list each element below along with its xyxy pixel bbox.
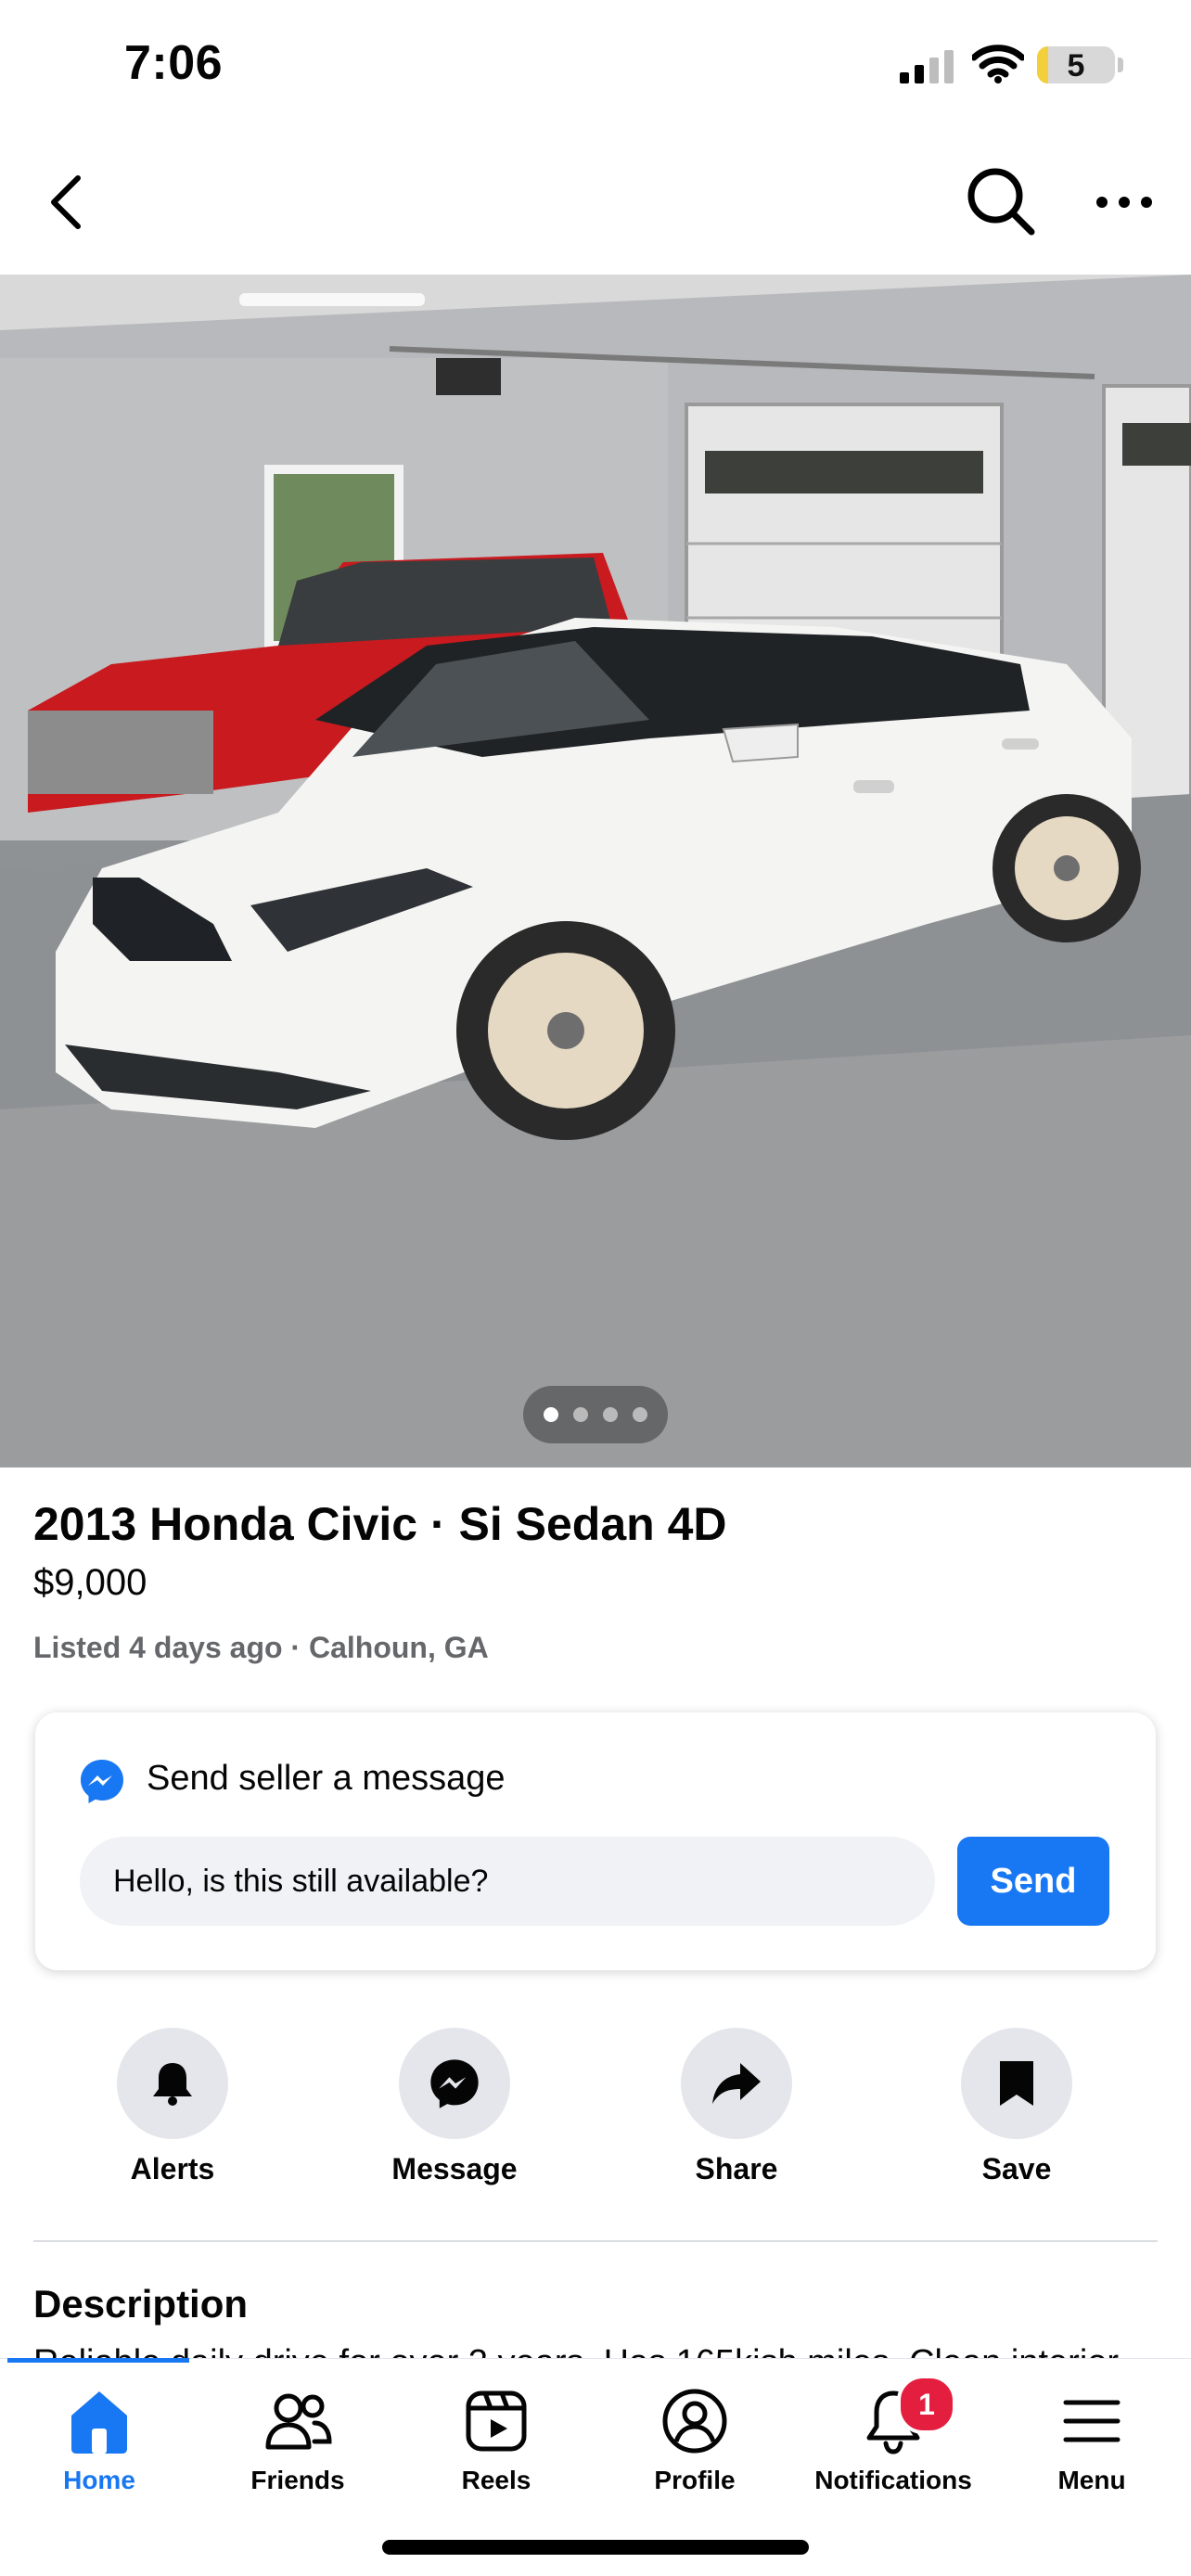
more-options-icon[interactable] [1095, 191, 1154, 213]
tab-profile-label: Profile [654, 2466, 736, 2494]
tab-profile[interactable]: Profile [596, 2384, 794, 2495]
tab-friends-label: Friends [250, 2466, 345, 2494]
tab-reels-label: Reels [461, 2466, 531, 2494]
active-tab-indicator [7, 2358, 189, 2363]
message-button[interactable]: Message [362, 2028, 547, 2186]
photo-dot[interactable] [573, 1407, 588, 1422]
hamburger-icon [1063, 2400, 1121, 2442]
tab-home-label: Home [63, 2466, 135, 2494]
home-indicator [382, 2540, 809, 2555]
status-time: 7:06 [124, 36, 224, 90]
cellular-signal-icon [900, 50, 954, 83]
listing-meta: Listed 4 days ago · Calhoun, GA [33, 1631, 489, 1664]
message-circle[interactable] [399, 2028, 510, 2139]
share-button[interactable]: Share [644, 2028, 829, 2186]
message-card-title: Send seller a message [147, 1759, 506, 1798]
section-divider [33, 2240, 1158, 2242]
messenger-icon [430, 2059, 479, 2108]
save-circle[interactable] [961, 2028, 1072, 2139]
listing-photo[interactable] [0, 275, 1191, 1467]
reels-icon [466, 2390, 527, 2452]
share-circle[interactable] [681, 2028, 792, 2139]
bookmark-icon [1000, 2061, 1033, 2106]
bell-icon [153, 2063, 192, 2106]
photo-pagination[interactable] [523, 1386, 668, 1443]
description-title: Description [33, 2282, 249, 2326]
listing-title: 2013 Honda Civic · Si Sedan 4D [33, 1498, 727, 1550]
home-icon [71, 2391, 127, 2454]
tab-menu[interactable]: Menu [992, 2384, 1191, 2495]
messenger-icon [81, 1760, 123, 1803]
car-photo-illustration [0, 275, 1191, 1467]
photo-dot[interactable] [544, 1407, 558, 1422]
tab-home[interactable]: Home [0, 2384, 198, 2495]
battery-nub [1118, 58, 1123, 72]
notification-badge: 1 [897, 2375, 956, 2434]
listing-price: $9,000 [33, 1562, 147, 1603]
friends-icon [265, 2393, 332, 2450]
battery-level: 5 [1067, 48, 1085, 83]
alerts-circle[interactable] [117, 2028, 228, 2139]
share-label: Share [695, 2152, 778, 2185]
search-icon[interactable] [965, 165, 1037, 237]
wifi-icon [972, 45, 1024, 83]
tab-friends[interactable]: Friends [198, 2384, 397, 2495]
share-arrow-icon [712, 2063, 761, 2104]
message-input[interactable] [80, 1837, 935, 1926]
tab-notifications-label: Notifications [814, 2466, 972, 2494]
battery-indicator: 5 [1037, 46, 1115, 83]
back-chevron-icon[interactable] [45, 173, 89, 232]
alerts-button[interactable]: Alerts [80, 2028, 265, 2186]
save-label: Save [981, 2152, 1052, 2185]
save-button[interactable]: Save [924, 2028, 1109, 2186]
photo-dot[interactable] [633, 1407, 647, 1422]
message-label: Message [391, 2152, 518, 2185]
alerts-label: Alerts [130, 2152, 215, 2185]
tab-notifications[interactable]: Notifications [794, 2384, 992, 2495]
tab-reels[interactable]: Reels [397, 2384, 596, 2495]
tab-menu-label: Menu [1057, 2466, 1126, 2494]
photo-dot[interactable] [603, 1407, 618, 1422]
send-button[interactable]: Send [957, 1837, 1109, 1926]
profile-icon [662, 2389, 727, 2454]
